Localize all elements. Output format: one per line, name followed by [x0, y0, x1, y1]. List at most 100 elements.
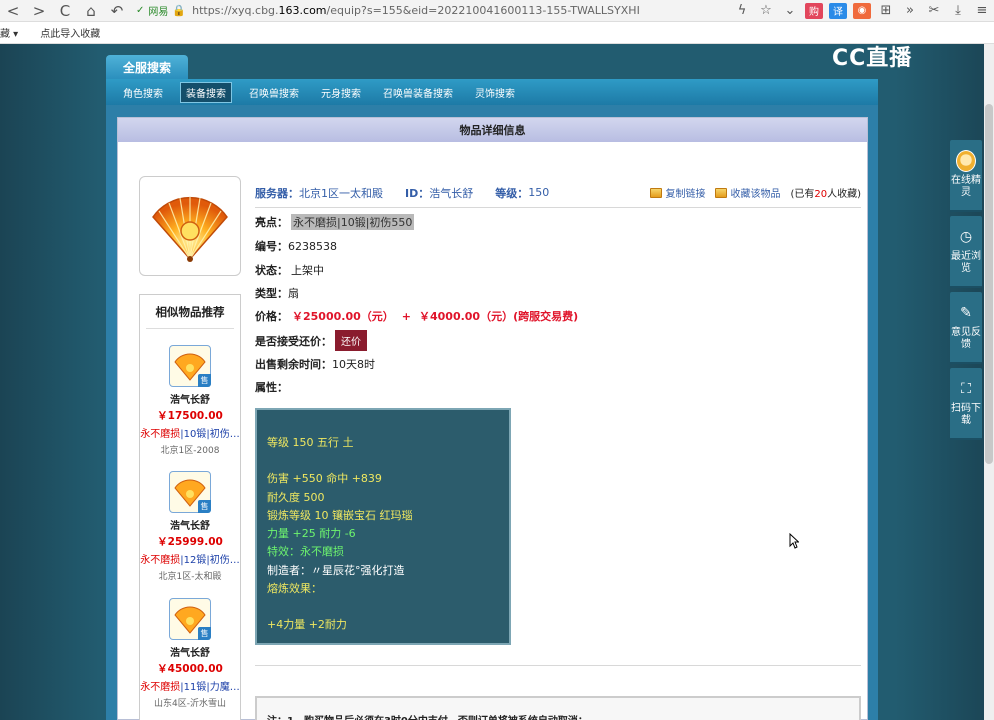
- server-label: 服务器：: [255, 186, 299, 200]
- list-item[interactable]: 售 浩气长舒 ￥17500.00 永不磨损|10锻|初伤… 北京1区-2008: [140, 345, 240, 456]
- highlight-row: 亮点： 永不磨损|10锻|初伤550: [255, 214, 415, 230]
- detail-header: 物品详细信息: [118, 118, 867, 142]
- side-recent-browse[interactable]: ◷ 最近浏览: [950, 216, 982, 288]
- attr-maker: 制造者：〃星辰花°强化打造: [267, 563, 405, 577]
- page-scrollbar[interactable]: [984, 44, 994, 720]
- subnav-equip-search[interactable]: 装备搜索: [180, 81, 232, 103]
- rec-item-server: 北京1区-2008: [160, 446, 220, 456]
- rec-item-name[interactable]: 浩气长舒: [140, 391, 240, 406]
- attributes-row: 属性：: [255, 381, 288, 394]
- fan-icon[interactable]: 售: [169, 471, 211, 513]
- attr-smelt-value: +4力量 +2耐力: [267, 618, 347, 632]
- side-float-toolbar: 在线精灵 ◷ 最近浏览 ✎ 意见反馈 ⛶ 扫码下载: [950, 140, 982, 444]
- item-image: [139, 176, 241, 276]
- scissors-icon[interactable]: ✂: [922, 1, 946, 21]
- item-summary-line: 服务器： 北京1区一太和殿 ID： 浩气长舒 等级： 150 复制链接 收藏该物…: [255, 178, 861, 208]
- level-label: 等级：: [495, 186, 529, 200]
- id-label: ID：: [405, 186, 430, 200]
- lightning-icon[interactable]: ϟ: [730, 1, 754, 21]
- sale-badge: 售: [198, 374, 211, 387]
- attr-durability: 耐久度 500: [267, 490, 325, 504]
- number-value: 6238538: [288, 239, 337, 253]
- subnav-pet-search[interactable]: 召唤兽搜索: [244, 83, 304, 102]
- attr-strength-stamina: 力量 +25 耐力 -6: [267, 527, 356, 541]
- rec-item-price: ￥17500.00: [157, 410, 223, 422]
- side-scan-download[interactable]: ⛶ 扫码下载: [950, 368, 982, 440]
- dropdown-icon[interactable]: ⌄: [778, 1, 802, 21]
- favorite-button[interactable]: 收藏该物品: [715, 185, 780, 200]
- url-prefix: https://xyq.cbg.: [192, 4, 279, 17]
- copy-link-button[interactable]: 复制链接: [650, 185, 705, 200]
- sale-badge: 售: [198, 500, 211, 513]
- type-row: 类型：扇: [255, 287, 299, 300]
- grid-icon[interactable]: ⊞: [874, 1, 898, 21]
- shop-icon[interactable]: 购: [805, 2, 823, 19]
- remaining-time-value: 10天8时: [332, 358, 375, 371]
- fan-icon: [152, 196, 228, 262]
- mouse-cursor-icon: [789, 533, 799, 549]
- favorite-count: (已有20人收藏): [790, 189, 861, 200]
- subnav-pet-equip-search[interactable]: 召唤兽装备搜索: [378, 83, 458, 102]
- haggle-button[interactable]: 还价: [335, 330, 367, 351]
- type-value: 扇: [288, 287, 299, 300]
- safe-shield-icon: ✓: [136, 5, 145, 16]
- tab-all-server-search[interactable]: 全服搜索: [106, 55, 188, 79]
- attr-smelt-label: 熔炼效果：: [267, 582, 322, 596]
- safe-label: 网易: [148, 7, 169, 18]
- status-row: 状态： 上架中: [255, 264, 324, 277]
- list-item[interactable]: 售 浩气长舒 ￥45000.00 永不磨损|11锻|力魔… 山东4区-沂水雪山: [140, 598, 240, 709]
- rec-item-tags: 永不磨损|12锻|初伤…: [140, 555, 240, 566]
- attributes-box: 等级 150 五行 土 伤害 +550 命中 +839 耐久度 500 锻炼等级…: [255, 408, 511, 645]
- reload-icon[interactable]: C: [52, 0, 78, 22]
- rec-item-tags: 永不磨损|10锻|初伤…: [140, 429, 240, 440]
- scrollbar-thumb[interactable]: [985, 104, 993, 464]
- side-feedback[interactable]: ✎ 意见反馈: [950, 292, 982, 364]
- avatar-icon: [956, 150, 976, 172]
- attr-level-element: 等级 150 五行 土: [267, 436, 354, 449]
- fan-icon[interactable]: 售: [169, 345, 211, 387]
- more-icon[interactable]: »: [898, 1, 922, 21]
- undo-icon[interactable]: ↶: [104, 0, 130, 22]
- id-value: 浩气长舒: [429, 186, 474, 200]
- item-detail-panel: 物品详细信息 相似物品推荐 售 浩气长舒 ￥17500.00 永不磨损|10锻|…: [117, 117, 868, 720]
- price-value: ￥25000.00（元）: [292, 310, 394, 323]
- rec-item-tags: 永不磨损|11锻|力魔…: [140, 682, 240, 693]
- translate-icon[interactable]: 译: [829, 2, 847, 19]
- bookmark-import-link[interactable]: 点此导入收藏: [40, 25, 100, 40]
- bookmark-menu[interactable]: 藏 ▾: [0, 25, 18, 40]
- attr-special-effect: 特效：永不磨损: [267, 545, 344, 559]
- price-row: 价格： ￥25000.00（元） + ￥4000.00（元）(跨服交易费): [255, 309, 579, 324]
- game-icon[interactable]: ◉: [853, 2, 871, 19]
- menu-icon[interactable]: ≡: [970, 1, 994, 21]
- list-item[interactable]: 售 浩气长舒 ￥25999.00 永不磨损|12锻|初伤… 北京1区-太和殿: [140, 471, 240, 582]
- remaining-time-row: 出售剩余时间： 10天8时: [255, 358, 375, 371]
- similar-items-panel: 相似物品推荐 售 浩气长舒 ￥17500.00 永不磨损|10锻|初伤… 北京1…: [139, 294, 241, 720]
- rec-item-server: 山东4区-沂水雪山: [154, 699, 226, 709]
- url-host: 163.com: [278, 4, 327, 17]
- fan-icon[interactable]: 售: [169, 598, 211, 640]
- side-online-helper[interactable]: 在线精灵: [950, 140, 982, 212]
- payment-notice: 注：1、购买物品后必须在3时0分内支付，否则订单将被系统自动取消；: [255, 696, 861, 720]
- url-path: /equip?s=155&eid=202210041600113-155-TWA…: [326, 4, 640, 17]
- star-icon[interactable]: ☆: [754, 1, 778, 21]
- rec-item-name[interactable]: 浩气长舒: [140, 644, 240, 659]
- back-icon[interactable]: <: [0, 0, 26, 22]
- browser-toolbar: < > C ⌂ ↶ ✓ 网易 🔒 https://xyq.cbg. 163.com…: [0, 0, 994, 22]
- forward-icon[interactable]: >: [26, 0, 52, 22]
- clock-icon: ◷: [959, 229, 973, 245]
- search-subnav: 角色搜索 装备搜索 召唤兽搜索 元身搜索 召唤兽装备搜索 灵饰搜索: [106, 79, 878, 105]
- download-icon[interactable]: ⤓: [946, 1, 970, 21]
- subnav-body-search[interactable]: 元身搜索: [316, 83, 366, 102]
- address-bar[interactable]: ✓ 网易 🔒 https://xyq.cbg. 163.com/equip?s=1…: [136, 2, 724, 20]
- home-icon[interactable]: ⌂: [78, 0, 104, 22]
- server-value: 北京1区一太和殿: [299, 186, 383, 200]
- rec-item-name[interactable]: 浩气长舒: [140, 517, 240, 532]
- rec-item-price: ￥45000.00: [157, 663, 223, 675]
- subnav-ornament-search[interactable]: 灵饰搜索: [470, 83, 520, 102]
- status-value: 上架中: [291, 264, 324, 277]
- subnav-role-search[interactable]: 角色搜索: [118, 83, 168, 102]
- scan-icon: ⛶: [961, 381, 971, 397]
- rec-item-server: 北京1区-太和殿: [158, 572, 222, 582]
- level-value: 150: [528, 186, 550, 199]
- number-row: 编号： 6238538: [255, 239, 337, 254]
